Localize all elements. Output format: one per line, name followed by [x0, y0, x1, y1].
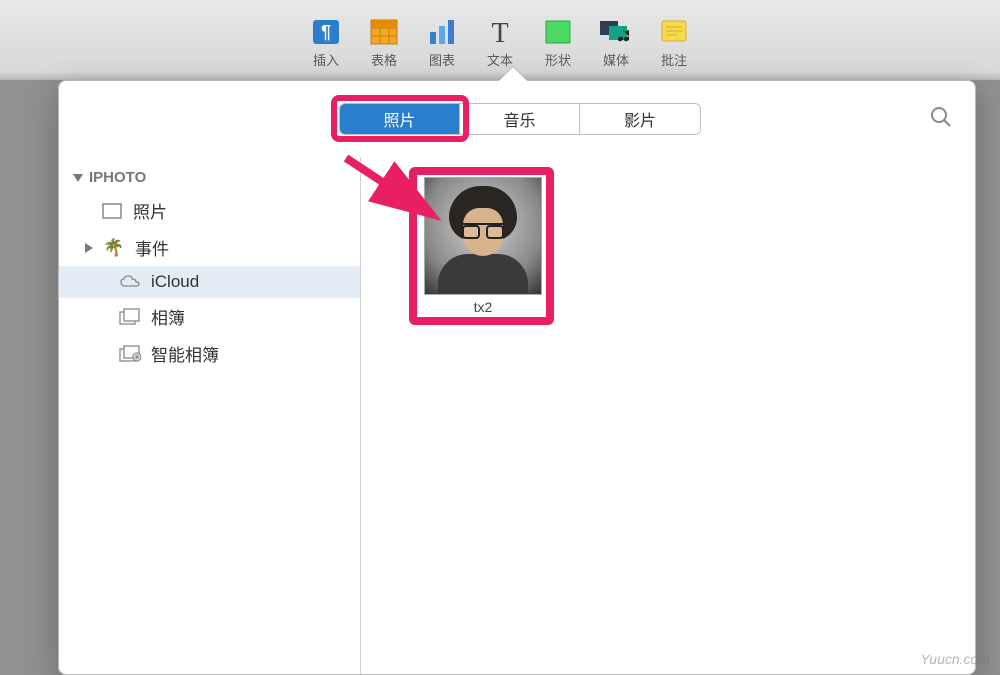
tool-label: 图表 — [429, 50, 455, 69]
tool-label: 批注 — [661, 50, 687, 69]
section-title: IPHOTO — [89, 169, 146, 186]
sidebar-section-header[interactable]: IPHOTO — [59, 163, 360, 192]
sidebar-item-label: 事件 — [135, 235, 169, 260]
media-tool[interactable]: 媒体 — [598, 18, 634, 80]
shape-tool[interactable]: 形状 — [540, 18, 576, 80]
sidebar-item-albums[interactable]: 相簿 — [59, 298, 360, 335]
albums-icon — [119, 308, 141, 326]
photo-filename-label: tx2 — [419, 299, 547, 315]
tool-label: 表格 — [371, 50, 397, 69]
table-tool[interactable]: 表格 — [366, 18, 402, 80]
sidebar-item-smart-albums[interactable]: 智能相簿 — [59, 335, 360, 372]
sidebar-item-label: iCloud — [151, 272, 199, 292]
insert-tool[interactable]: ¶ 插入 — [308, 18, 344, 80]
table-icon — [366, 18, 402, 46]
watermark: Yuucn.com — [920, 651, 990, 667]
text-icon: T — [482, 18, 518, 46]
palm-tree-icon: 🌴 — [103, 239, 125, 257]
search-button[interactable] — [929, 105, 953, 134]
sidebar-item-photos[interactable]: 照片 — [59, 192, 360, 229]
media-icon — [598, 18, 634, 46]
tool-label: 插入 — [313, 50, 339, 69]
sidebar-item-icloud[interactable]: iCloud — [59, 266, 360, 298]
chart-icon — [424, 18, 460, 46]
comment-tool[interactable]: 批注 — [656, 18, 692, 80]
sidebar-item-label: 智能相簿 — [151, 341, 219, 366]
source-sidebar: IPHOTO 照片 🌴 事件 iCloud 相簿 智能相簿 — [59, 157, 361, 674]
media-popover: 照片 音乐 影片 IPHOTO 照片 🌴 事件 iCloud 相簿 — [58, 80, 976, 675]
tab-music[interactable]: 音乐 — [460, 104, 580, 134]
sidebar-item-label: 照片 — [133, 198, 167, 223]
comment-icon — [656, 18, 692, 46]
sidebar-item-label: 相簿 — [151, 304, 185, 329]
photo-grid: tx2 — [361, 157, 975, 674]
svg-text:T: T — [491, 18, 508, 46]
media-type-segmented: 照片 音乐 影片 — [339, 103, 701, 135]
smart-albums-icon — [119, 345, 141, 363]
photo-thumbnail-item[interactable]: tx2 — [419, 177, 547, 315]
chart-tool[interactable]: 图表 — [424, 18, 460, 80]
disclosure-triangle-icon — [85, 243, 93, 253]
photo-thumbnail — [424, 177, 542, 295]
sidebar-item-events[interactable]: 🌴 事件 — [59, 229, 360, 266]
pilcrow-icon: ¶ — [308, 18, 344, 46]
shape-icon — [540, 18, 576, 46]
cloud-icon — [119, 273, 141, 291]
search-icon — [929, 105, 953, 129]
tool-label: 形状 — [545, 50, 571, 69]
tool-label: 媒体 — [603, 50, 629, 69]
disclosure-triangle-icon — [73, 174, 83, 182]
tab-movies[interactable]: 影片 — [580, 104, 700, 134]
tab-photos[interactable]: 照片 — [340, 104, 460, 134]
svg-text:¶: ¶ — [321, 22, 331, 42]
photos-icon — [101, 202, 123, 220]
